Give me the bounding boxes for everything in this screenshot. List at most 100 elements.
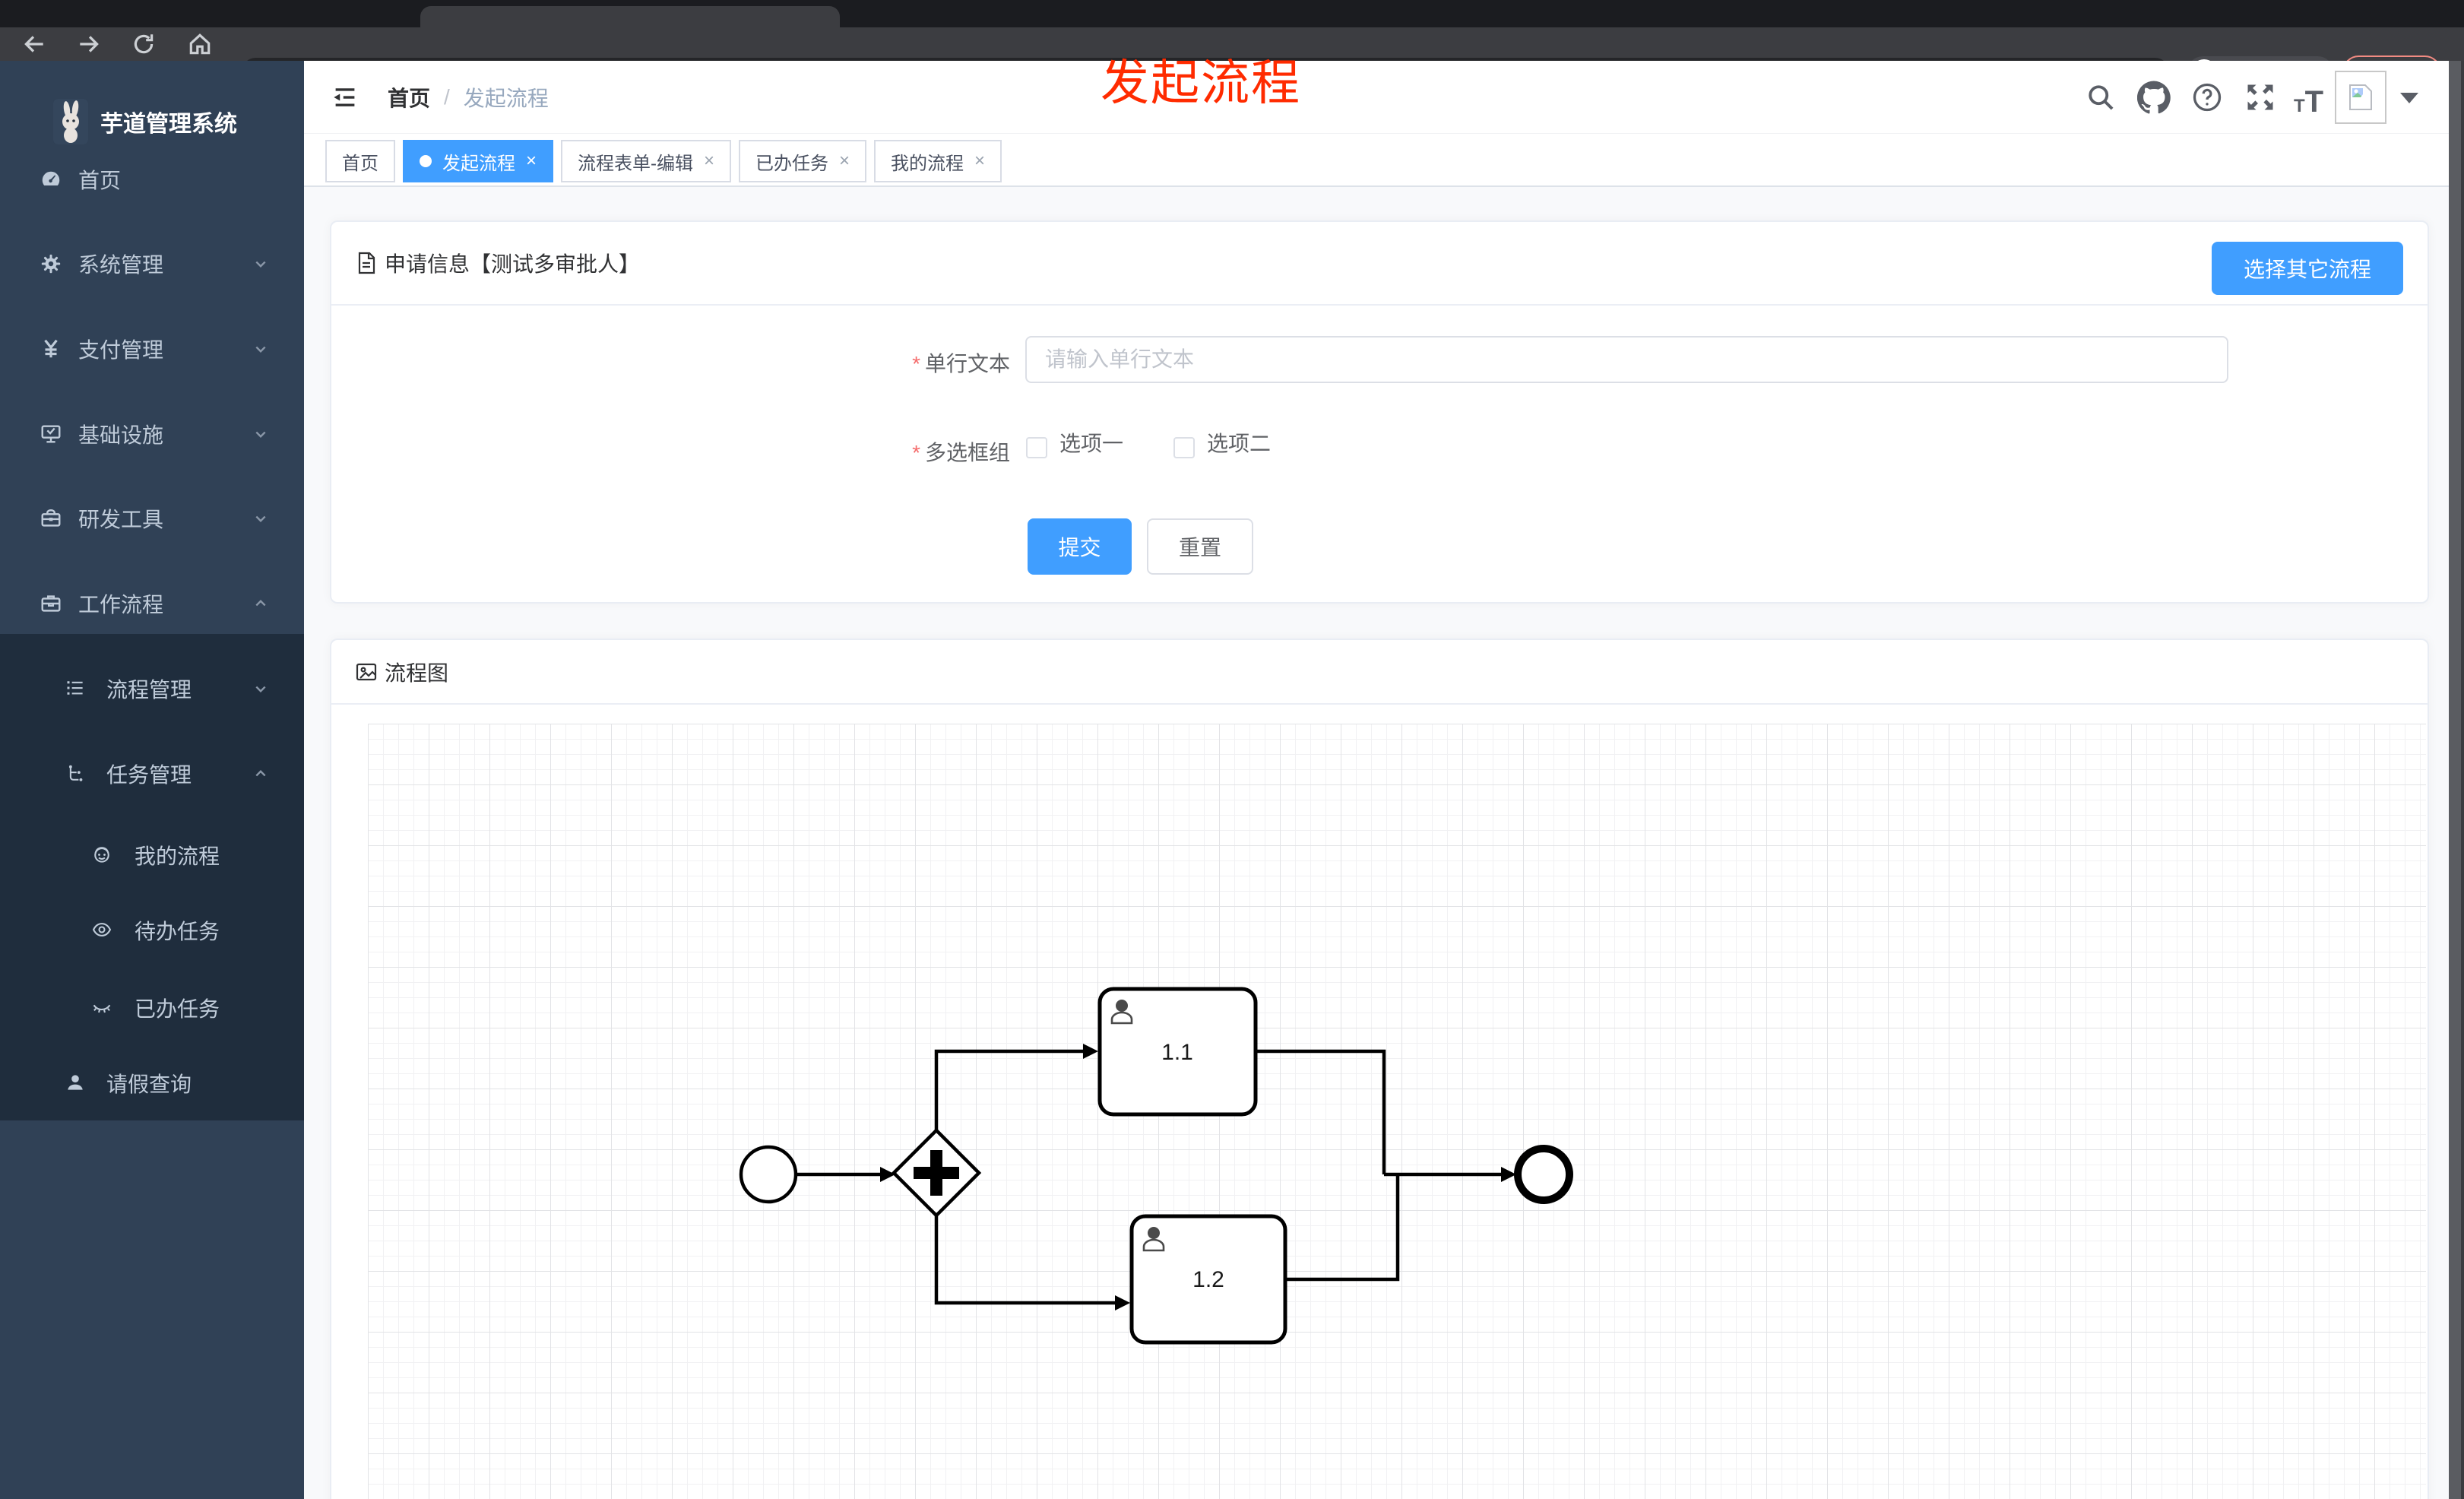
task-label: 1.2 [1192,1267,1224,1292]
tab-my-process[interactable]: 我的流程 × [874,140,1002,182]
tab-label: 发起流程 [442,153,515,174]
arrowhead [1115,1295,1130,1310]
sidebar-item-label: 已办任务 [135,997,220,1021]
page-scrollbar[interactable] [2449,61,2464,1499]
sidebar-item-label: 首页 [78,169,122,192]
github-icon[interactable] [2137,81,2171,114]
browser-tabstrip [0,0,2464,27]
breadcrumb-home[interactable]: 首页 [388,82,430,113]
sidebar-item-payment[interactable]: 支付管理 [0,318,304,379]
sidebar-item-label: 流程管理 [106,678,192,702]
picture-icon [354,660,378,684]
sidebar-item-done-tasks[interactable]: 已办任务 [0,978,304,1038]
sidebar-item-leave-query[interactable]: 请假查询 [0,1053,304,1114]
help-icon[interactable] [2190,81,2224,114]
sidebar-item-label: 工作流程 [78,593,164,616]
checkbox-label-2[interactable]: 选项二 [1207,427,1271,458]
sidebar-item-label: 研发工具 [78,508,164,531]
edge-gateway-task2 [934,1214,1118,1305]
close-icon[interactable]: × [974,151,985,172]
checkbox-option-2[interactable] [1173,437,1195,458]
tab-label: 已办任务 [755,153,829,174]
dashboard-icon [40,168,62,191]
bpmn-user-task-1-1[interactable]: 1.1 [1097,987,1258,1117]
screen: 不安全 | dashboard.yudao.iocoder.cn/bpm/pro… [0,0,2464,1499]
main-header: 首页 / 发起流程 TT [304,61,2449,134]
close-icon[interactable]: × [839,151,850,172]
edge-gateway-task1 [934,1049,1086,1132]
app-title: 芋道管理系统 [100,112,237,137]
chevron-up-icon [251,764,271,784]
sidebar-item-label: 支付管理 [78,338,164,362]
bpmn-user-task-1-2[interactable]: 1.2 [1129,1214,1287,1345]
choose-other-process-button[interactable]: 选择其它流程 [2212,242,2403,295]
yen-icon [40,338,62,360]
tab-label: 首页 [342,153,378,174]
tab-label: 我的流程 [891,153,964,174]
sidebar-fold-icon[interactable] [331,84,359,111]
home-icon[interactable] [187,31,213,57]
tab-home[interactable]: 首页 [325,140,395,182]
back-icon[interactable] [21,31,47,57]
sidebar-item-label: 系统管理 [78,253,164,277]
bpmn-parallel-gateway[interactable] [891,1127,982,1219]
close-icon[interactable]: × [526,151,537,172]
avatar[interactable] [2335,71,2386,124]
logo-image [53,99,88,144]
single-line-text-input[interactable] [1025,336,2228,383]
process-diagram-card: 流程图 1.1 1.2 [330,639,2429,1499]
sidebar: 芋道管理系统 首页 系统管理 支付管理 基础设施 研发工具 工作流程 流程管理 … [0,61,304,1499]
checkbox-label-1[interactable]: 选项一 [1059,427,1123,458]
required-asterisk: * [912,441,920,464]
arrowhead [1083,1044,1098,1059]
task-label: 1.1 [1161,1040,1193,1065]
sidebar-item-process-mgmt[interactable]: 流程管理 [0,658,304,719]
edge-task1-junction [1256,1049,1386,1174]
card-header: 流程图 [331,640,2428,705]
breadcrumb: 首页 / 发起流程 [388,61,549,134]
monitor-icon [40,423,62,445]
bpmn-start-event[interactable] [739,1145,798,1204]
field-label-checkbox-group: * 多选框组 [912,441,1010,464]
sidebar-item-home[interactable]: 首页 [0,149,304,210]
font-size-icon[interactable]: TT [2294,85,2327,119]
list-tree-icon [65,677,87,700]
bpmn-canvas[interactable]: 1.1 1.2 [368,724,2426,1499]
breadcrumb-separator: / [444,85,450,109]
chevron-down-icon [251,339,271,359]
tab-create-process[interactable]: 发起流程 × [403,140,554,182]
page-content: 申请信息【测试多审批人】 选择其它流程 *单行文本 *多选框组 选项一 选项二 … [304,187,2449,1499]
chevron-up-icon [251,594,271,613]
submit-button[interactable]: 提交 [1028,518,1132,575]
bpmn-end-event[interactable] [1514,1145,1573,1204]
forward-icon[interactable] [76,31,102,57]
sidebar-item-task-mgmt[interactable]: 任务管理 [0,743,304,804]
sidebar-item-my-process[interactable]: 我的流程 [0,825,304,886]
annotation-title: 发起流程 [1101,55,1301,110]
tab-done-tasks[interactable]: 已办任务 × [739,140,867,182]
checkbox-option-1[interactable] [1026,437,1047,458]
sidebar-item-system[interactable]: 系统管理 [0,233,304,294]
gear-icon [40,252,62,275]
fullscreen-icon[interactable] [2244,81,2277,114]
flow-icon [65,762,87,785]
tab-form-edit[interactable]: 流程表单-编辑 × [561,140,732,182]
sidebar-item-devtools[interactable]: 研发工具 [0,488,304,549]
close-icon[interactable]: × [704,151,714,172]
reset-button[interactable]: 重置 [1147,518,1253,575]
toolbox-icon [40,507,62,530]
reload-icon[interactable] [131,31,157,57]
avatar-caret-icon[interactable] [2400,93,2418,113]
card-header: 申请信息【测试多审批人】 选择其它流程 [331,222,2428,306]
edge-task2-junction [1285,1176,1400,1282]
broken-image-icon [2349,84,2372,110]
chevron-down-icon [251,509,271,528]
sidebar-item-infra[interactable]: 基础设施 [0,404,304,464]
search-icon[interactable] [2084,81,2117,114]
sidebar-item-workflow[interactable]: 工作流程 [0,573,304,634]
field-label-single-line: * 单行文本 [912,352,1010,376]
browser-tab[interactable] [420,6,840,27]
face-icon [91,844,114,867]
sidebar-item-todo-tasks[interactable]: 待办任务 [0,900,304,961]
briefcase-icon [40,592,62,615]
